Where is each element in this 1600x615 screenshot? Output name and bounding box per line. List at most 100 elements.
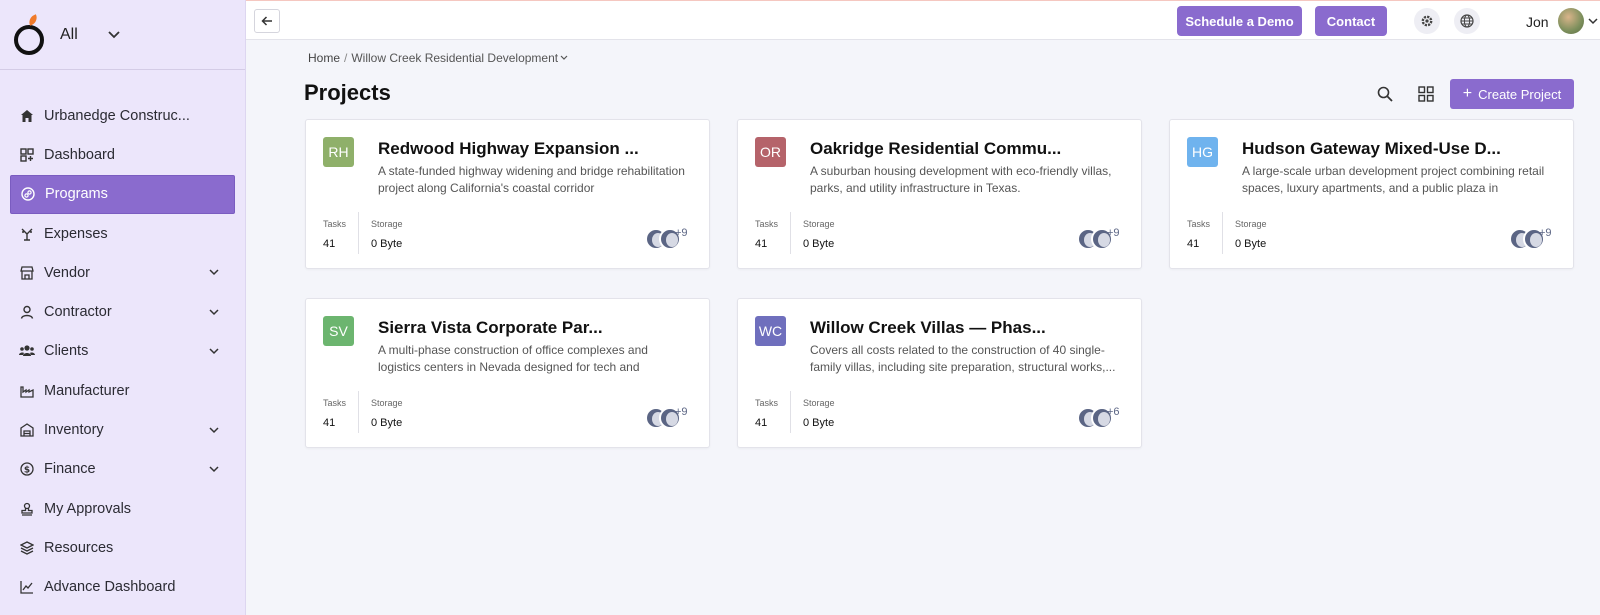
project-title[interactable]: Hudson Gateway Mixed-Use D...	[1242, 139, 1501, 159]
grid-icon	[1418, 86, 1434, 102]
svg-text:$: $	[24, 466, 30, 476]
chevron-down-icon[interactable]	[207, 423, 221, 437]
sidebar-item-inventory[interactable]: Inventory	[10, 410, 235, 449]
member-avatars[interactable]: +6	[1077, 406, 1129, 431]
page-title: Projects	[304, 80, 391, 105]
extra-members-count: +9	[1539, 227, 1552, 239]
back-button[interactable]	[254, 9, 280, 33]
sidebar-item-resources[interactable]: Resources	[10, 528, 235, 567]
project-description: A suburban housing development with eco-…	[810, 164, 1112, 195]
trend-icon	[18, 578, 36, 596]
sidebar-item-label: Vendor	[44, 264, 90, 281]
storage-label: Storage	[803, 219, 835, 229]
project-initials-badge: HG	[1187, 137, 1218, 167]
extra-members-count: +9	[675, 406, 688, 418]
sidebar-item-manufacturer[interactable]: Manufacturer	[10, 371, 235, 410]
sidebar-item-clients[interactable]: Clients	[10, 332, 235, 371]
project-card[interactable]: WC Willow Creek Villas — Phas... Covers …	[737, 298, 1142, 448]
sidebar-item-label: Programs	[45, 186, 108, 203]
sidebar-item-label: Dashboard	[44, 146, 115, 163]
project-card[interactable]: HG Hudson Gateway Mixed-Use D... A large…	[1169, 119, 1574, 269]
storage-value: 0 Byte	[371, 417, 403, 429]
project-title[interactable]: Redwood Highway Expansion ...	[378, 139, 639, 159]
member-avatars[interactable]: +9	[1077, 227, 1129, 252]
expenses-icon	[18, 225, 36, 243]
breadcrumb-current[interactable]: Willow Creek Residential Development	[351, 51, 558, 65]
stamp-icon	[18, 500, 36, 518]
sidebar-item-dashboard[interactable]: Dashboard	[10, 135, 235, 174]
member-avatars[interactable]: +9	[645, 406, 697, 431]
sidebar-item-label: My Approvals	[44, 500, 132, 517]
dashboard-icon	[18, 146, 36, 164]
users-icon	[18, 342, 36, 360]
tasks-count: 41	[755, 417, 768, 429]
project-title[interactable]: Willow Creek Villas — Phas...	[810, 318, 1046, 338]
sidebar-item-label: Expenses	[44, 225, 108, 242]
project-title[interactable]: Sierra Vista Corporate Par...	[378, 318, 603, 338]
stat-divider	[358, 391, 359, 433]
grid-view-button[interactable]	[1416, 84, 1436, 104]
chevron-down-icon[interactable]	[1586, 14, 1600, 28]
settings-button[interactable]	[1414, 8, 1440, 34]
tasks-label: Tasks	[755, 398, 779, 408]
storage-value: 0 Byte	[803, 417, 835, 429]
storage-label: Storage	[803, 398, 835, 408]
project-card[interactable]: RH Redwood Highway Expansion ... A state…	[305, 119, 710, 269]
gear-icon	[1421, 15, 1433, 27]
project-title[interactable]: Oakridge Residential Commu...	[810, 139, 1061, 159]
factory-icon	[18, 382, 36, 400]
top-bar: Schedule a Demo Contact Jon	[246, 0, 1600, 40]
sidebar-item-urbanedge[interactable]: Urbanedge Construc...	[10, 96, 235, 135]
home-icon	[18, 107, 36, 125]
breadcrumb-home-link[interactable]: Home	[308, 51, 340, 65]
breadcrumb-separator: /	[344, 51, 348, 65]
member-avatars[interactable]: +9	[1509, 227, 1561, 252]
project-description: A state-funded highway widening and brid…	[378, 164, 685, 195]
user-avatar[interactable]	[1558, 8, 1584, 34]
create-project-button[interactable]: + Create Project	[1450, 79, 1574, 109]
project-description: A large-scale urban development project …	[1242, 164, 1545, 195]
person-icon	[18, 303, 36, 321]
brand-logo-icon[interactable]	[12, 13, 46, 55]
storage-value: 0 Byte	[1235, 238, 1267, 250]
sidebar-item-label: Clients	[44, 343, 89, 360]
sidebar-item-advance-dashboard[interactable]: Advance Dashboard	[10, 568, 235, 607]
sidebar-item-label: Manufacturer	[44, 382, 130, 399]
user-name[interactable]: Jon	[1526, 14, 1549, 30]
extra-members-count: +9	[675, 227, 688, 239]
sidebar-item-vendor[interactable]: Vendor	[10, 253, 235, 292]
chevron-down-icon[interactable]	[560, 53, 570, 63]
sidebar-item-label: Finance	[44, 461, 96, 478]
search-button[interactable]	[1375, 84, 1395, 104]
sidebar-item-label: Contractor	[44, 304, 112, 321]
chevron-down-icon[interactable]	[207, 305, 221, 319]
storage-label: Storage	[371, 398, 403, 408]
member-avatars[interactable]: +9	[645, 227, 697, 252]
sidebar-item-finance[interactable]: $ Finance	[10, 450, 235, 489]
stat-divider	[790, 212, 791, 254]
language-button[interactable]	[1454, 8, 1480, 34]
project-initials-badge: RH	[323, 137, 354, 167]
extra-members-count: +9	[1107, 227, 1120, 239]
sidebar-item-my-approvals[interactable]: My Approvals	[10, 489, 235, 528]
storage-label: Storage	[1235, 219, 1267, 229]
project-card[interactable]: SV Sierra Vista Corporate Par... A multi…	[305, 298, 710, 448]
chevron-down-icon[interactable]	[106, 27, 122, 43]
extra-members-count: +6	[1107, 406, 1120, 418]
project-initials-badge: SV	[323, 316, 354, 346]
chevron-down-icon[interactable]	[207, 462, 221, 476]
scope-selector-label[interactable]: All	[60, 26, 78, 44]
contact-button[interactable]: Contact	[1315, 6, 1387, 36]
chevron-down-icon[interactable]	[207, 266, 221, 280]
chevron-down-icon[interactable]	[207, 344, 221, 358]
sidebar-item-programs[interactable]: Programs	[10, 174, 235, 214]
sidebar-item-expenses[interactable]: Expenses	[10, 214, 235, 253]
schedule-demo-button[interactable]: Schedule a Demo	[1177, 6, 1302, 36]
tasks-label: Tasks	[1187, 219, 1211, 229]
project-card[interactable]: OR Oakridge Residential Commu... A subur…	[737, 119, 1142, 269]
sidebar-item-contractor[interactable]: Contractor	[10, 292, 235, 331]
layers-icon	[18, 539, 36, 557]
sidebar-header: All	[0, 0, 245, 70]
sidebar-item-label: Inventory	[44, 422, 104, 439]
globe-icon	[1460, 14, 1474, 28]
